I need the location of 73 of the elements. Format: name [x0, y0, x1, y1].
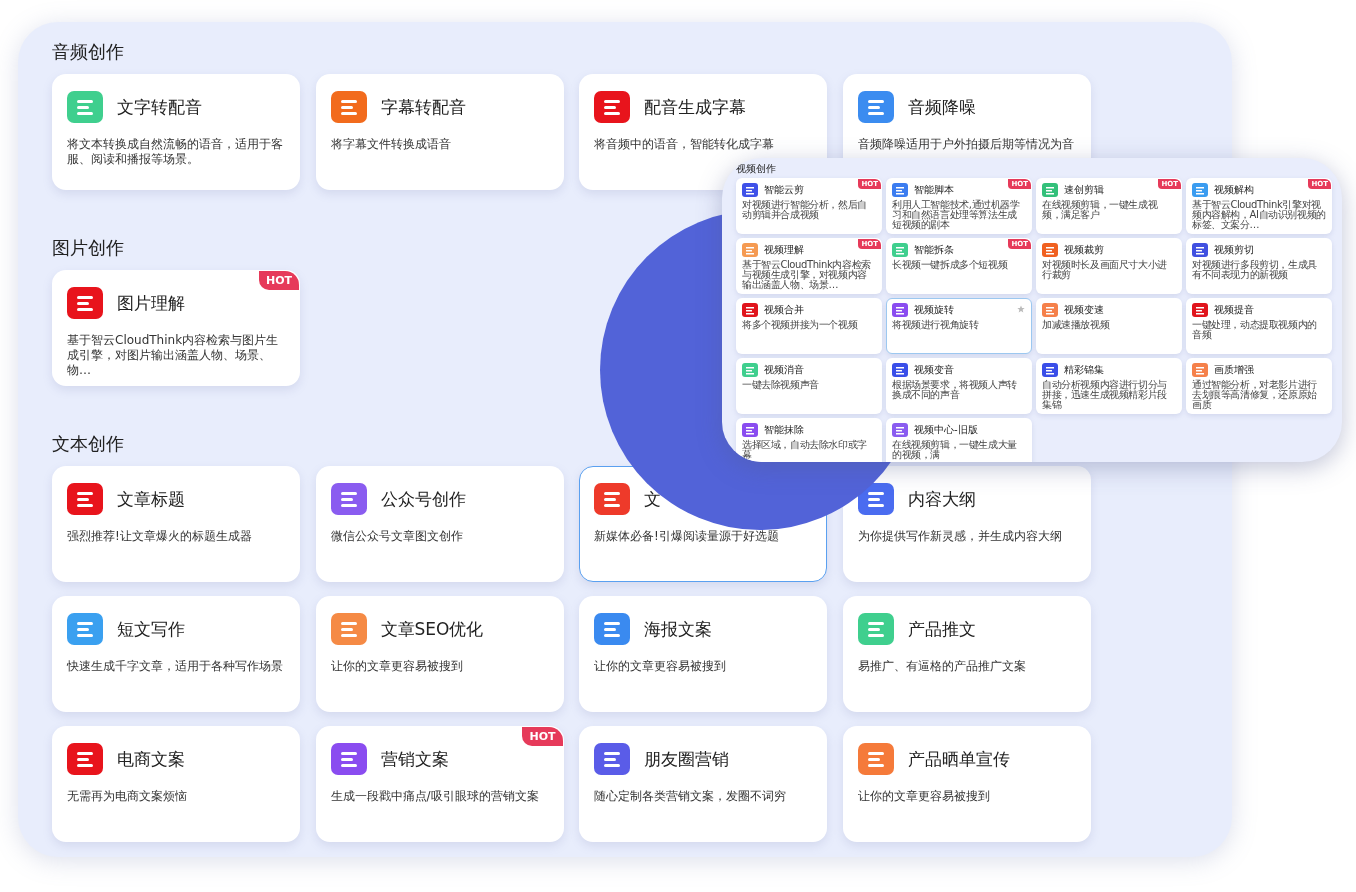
card-description: 让你的文章更容易被搜到 [330, 659, 464, 674]
card-title: 视频剪切 [1214, 243, 1254, 257]
card-title: 智能拆条 [914, 243, 954, 257]
card-description: 易推广、有逼格的产品推广文案 [857, 659, 1027, 674]
card-title: 视频消音 [764, 363, 804, 377]
card-description: 在线视频剪辑，一键生成视频，满足客户 [1042, 200, 1159, 220]
card-description: 对视频进行智能分析，然后自动剪辑并合成视频 [742, 200, 868, 220]
card-title: 公众号创作 [380, 487, 466, 511]
card-description: 长视频一键拆成多个短视频 [892, 260, 1009, 270]
card-description: 对视频时长及画面尺寸大小进行裁剪 [1042, 260, 1168, 280]
card-description: 新媒体必备!引爆阅读量源于好选题 [594, 529, 780, 544]
card-description: 基于智云CloudThink内容检索与图片生成引擎，对图片输出涵盖人物、场景、物… [67, 333, 280, 378]
card-description: 音频降噪适用于户外拍摄后期等情况为音 [857, 137, 1075, 152]
card-title: 文 [644, 487, 661, 511]
card-title: 文字转配音 [117, 95, 202, 119]
card-description: 快速生成千字文章，适用于各种写作场景 [67, 659, 284, 674]
card-description: 对视频进行多段剪切，生成具有不同表现力的新视频 [1192, 260, 1318, 280]
card-description: 将文本转换成自然流畅的语音，适用于客服、阅读和播报等场景。 [67, 137, 284, 167]
card-description: 生成一段戳中痛点/吸引眼球的营销文案 [330, 789, 540, 804]
card-title: 营销文案 [380, 747, 449, 771]
card-title: 视频中心-旧版 [914, 423, 978, 437]
card-description: 将多个视频拼接为一个视频 [742, 320, 859, 330]
card-title: 智能抹除 [764, 423, 804, 437]
card-description: 将视频进行视角旋转 [892, 320, 980, 330]
card-description: 通过智能分析，对老影片进行去划痕等高清修复，还原原始画质 [1192, 380, 1318, 410]
hot-badge: HOT [258, 271, 299, 290]
card-title: 产品晒单宣传 [907, 747, 1010, 771]
card-title: 视频合并 [764, 303, 804, 317]
card-title: 字幕转配音 [380, 95, 466, 119]
card-description: 让你的文章更容易被搜到 [857, 789, 991, 804]
card-description: 一键处理，动态提取视频内的音频 [1192, 320, 1318, 340]
card-description: 基于智云CloudThink内容检索与视频生成引擎，对视频内容输出涵盖人物、场景… [742, 260, 872, 290]
card-title: 精彩锦集 [1064, 363, 1104, 377]
card-description: 在线视频剪辑，一键生成大量的视频，满 [892, 440, 1018, 460]
card-title: 视频旋转 [914, 303, 954, 317]
card-description: 根据场景要求，将视频人声转换成不同的声音 [892, 380, 1018, 400]
card-title: 朋友圈营销 [644, 747, 729, 771]
card-description: 自动分析视频内容进行切分与拼接，迅速生成视频精彩片段集锦 [1042, 380, 1168, 410]
card-title: 画质增强 [1214, 363, 1254, 377]
panel-title: 视频创作 [736, 162, 776, 176]
card-description: 选择区域，自动去除水印或字幕 [742, 440, 868, 460]
card-description: 强烈推荐!让文章爆火的标题生成器 [67, 529, 253, 544]
card-description: 无需再为电商文案烦恼 [67, 789, 188, 804]
card-description: 将字幕文件转换成语音 [330, 137, 452, 152]
card-description: 微信公众号文章图文创作 [330, 529, 464, 544]
card-title: 内容大纲 [907, 487, 976, 511]
card-title: 图片理解 [117, 291, 185, 315]
card-title: 海报文案 [644, 617, 712, 641]
card-title: 文章SEO优化 [380, 617, 484, 641]
card-title: 视频变音 [914, 363, 954, 377]
section-title: 图片创作 [52, 236, 124, 260]
card-title: 视频变速 [1064, 303, 1104, 317]
card-description: 加减速播放视频 [1042, 320, 1111, 330]
card-description: 将音频中的语音，智能转化成字幕 [594, 137, 775, 152]
card-title: 音频降噪 [907, 95, 976, 119]
hot-badge: HOT [522, 727, 563, 746]
card-description: 基于智云CloudThink引擎对视频内容解构，AI自动识别视频的标签、文案分… [1192, 200, 1326, 230]
card-description: 利用人工智能技术,通过机器学习和自然语言处理等算法生成短视频的剧本 [892, 200, 1021, 230]
card-title: 电商文案 [117, 747, 185, 771]
section-title: 音频创作 [52, 40, 124, 64]
card-title: 视频裁剪 [1064, 243, 1104, 257]
section-title: 文本创作 [52, 432, 124, 456]
card-title: 产品推文 [907, 617, 976, 641]
card-title: 文章标题 [117, 487, 185, 511]
card-description: 一键去除视频声音 [742, 380, 820, 390]
card-title: 视频理解 [764, 243, 804, 257]
card-description: 为你提供写作新灵感，并生成内容大纲 [857, 529, 1063, 544]
card-title: 配音生成字幕 [644, 95, 746, 119]
card-description: 让你的文章更容易被搜到 [594, 659, 727, 674]
card-title: 视频提音 [1214, 303, 1254, 317]
card-title: 短文写作 [117, 617, 185, 641]
card-title: 视频解构 [1214, 183, 1254, 197]
card-description: 随心定制各类营销文案，发圈不词穷 [594, 789, 787, 804]
